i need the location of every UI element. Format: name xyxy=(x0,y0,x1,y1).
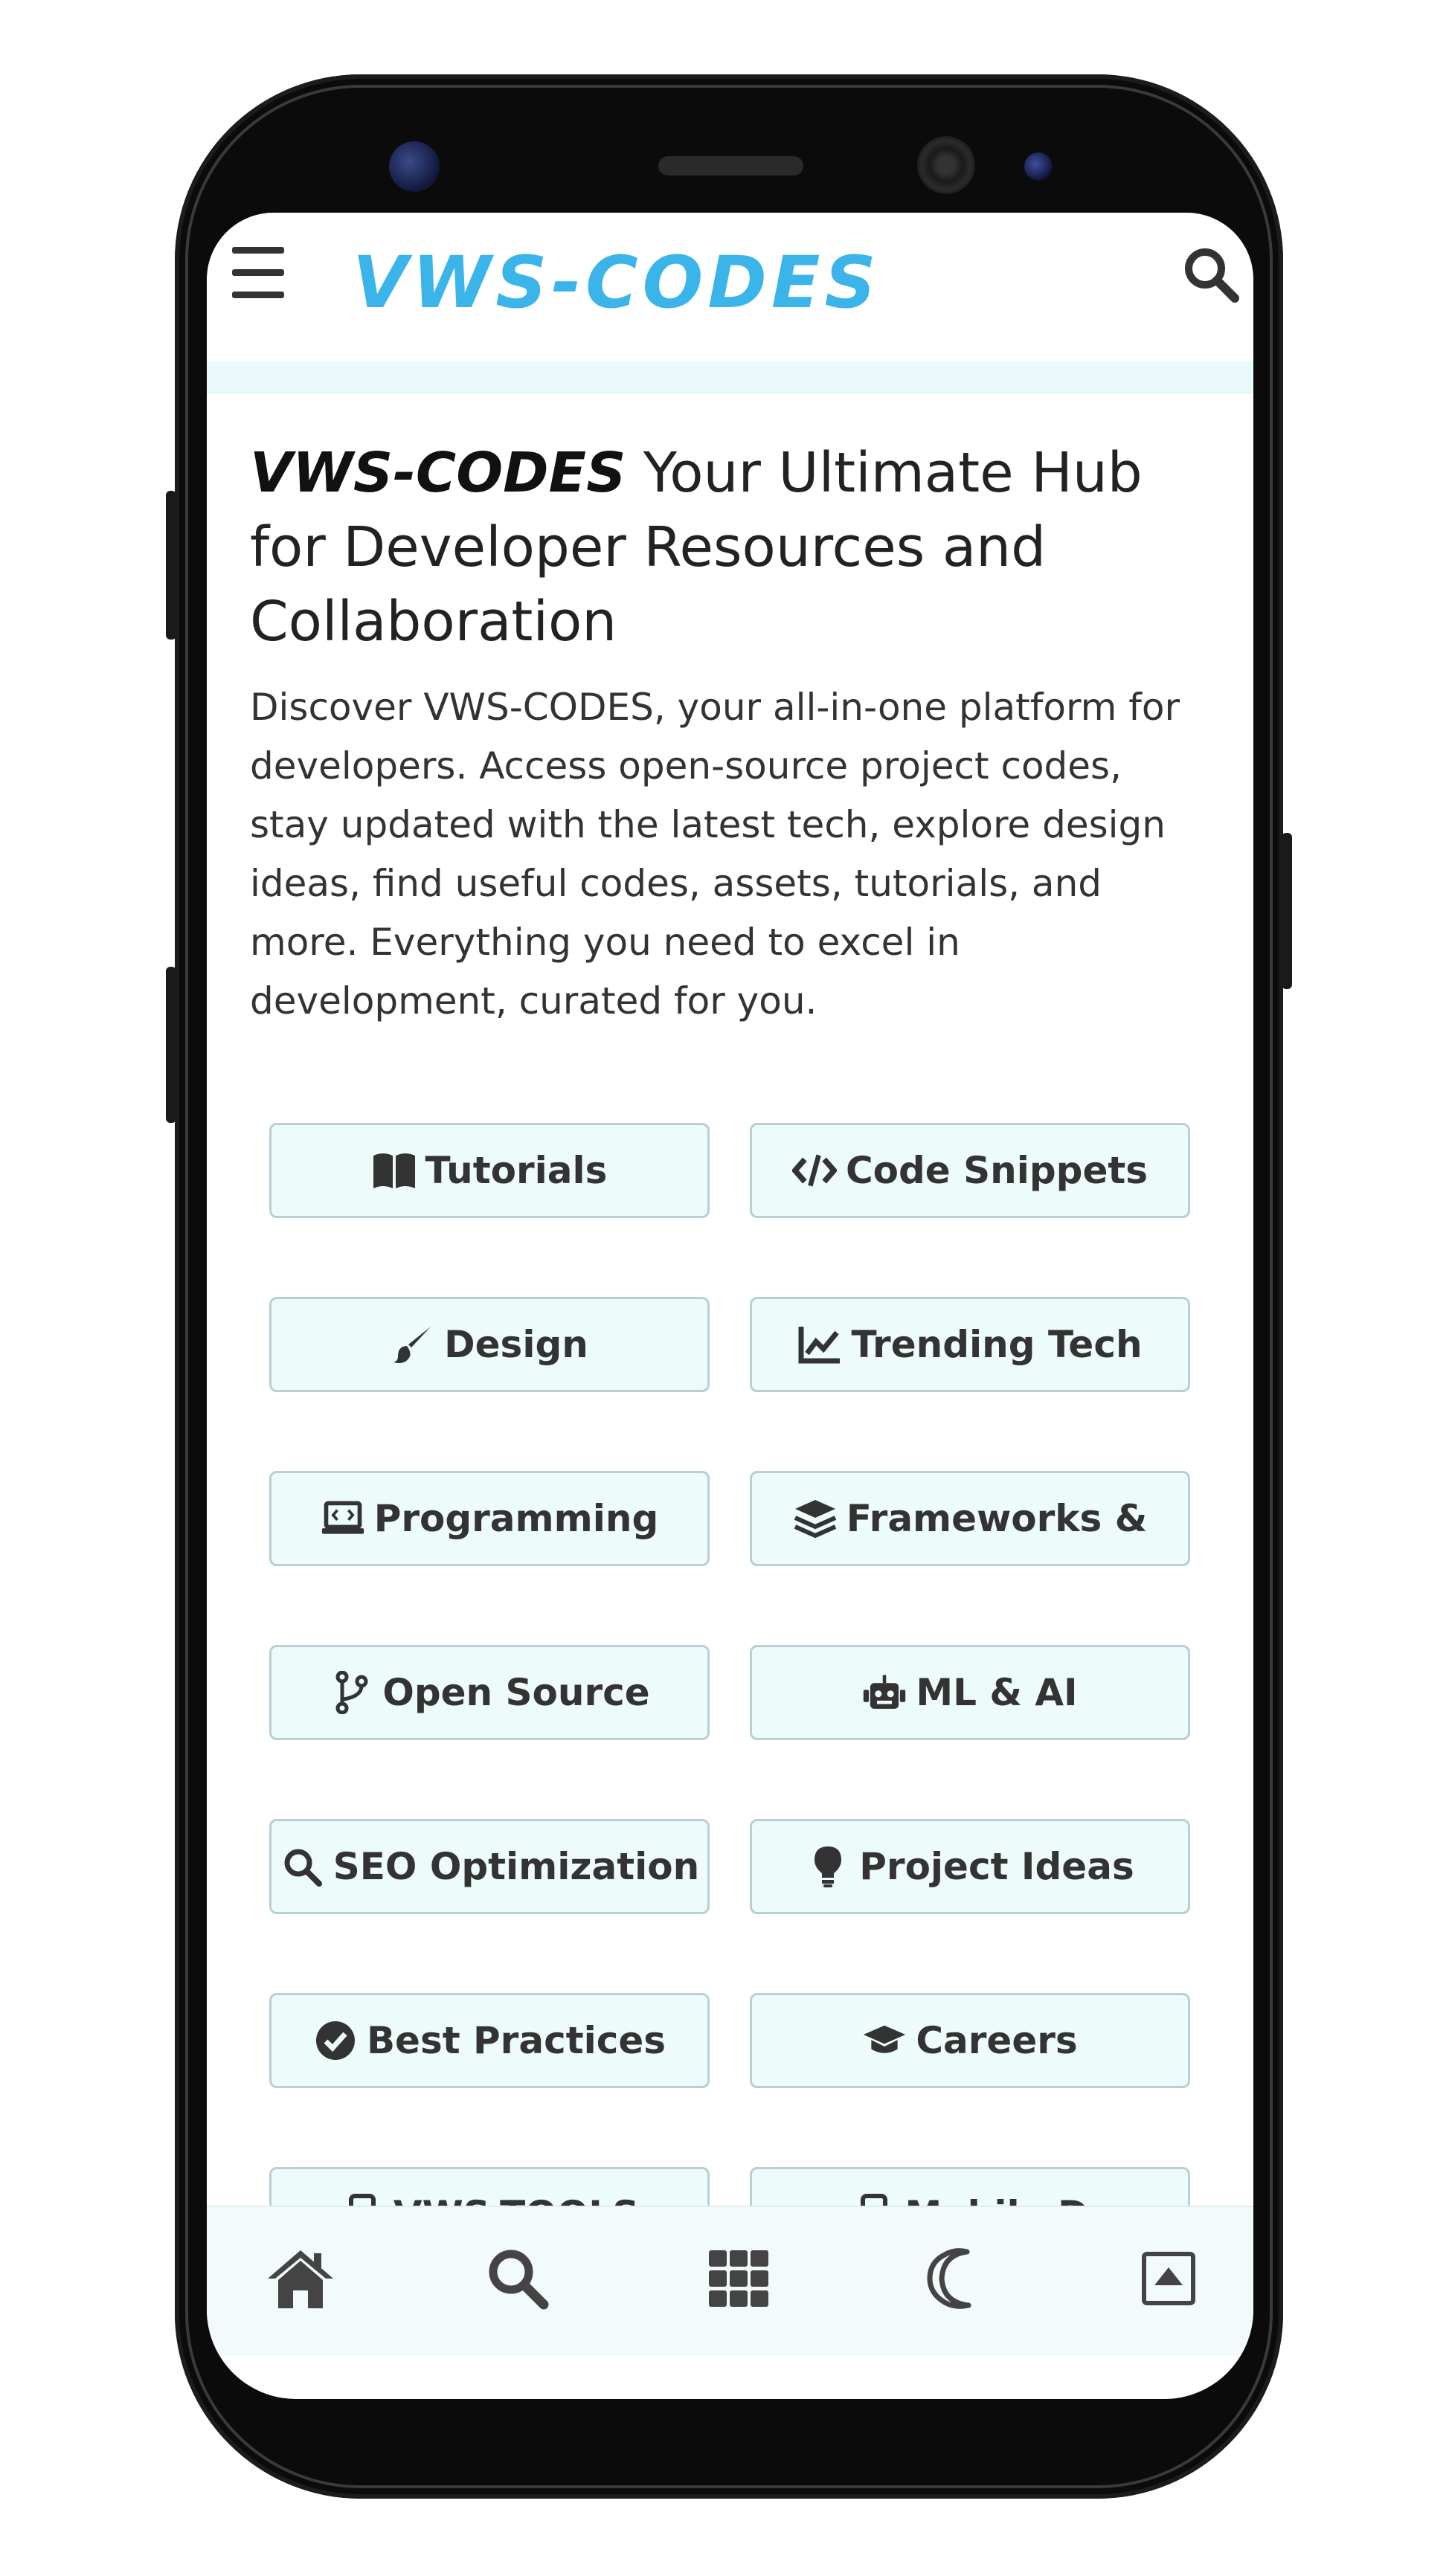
check-circle-icon xyxy=(313,2018,358,2063)
scroll-top-icon[interactable] xyxy=(1131,2241,1206,2316)
power-button xyxy=(1282,833,1292,989)
search-icon xyxy=(280,1844,324,1889)
code-branch-icon xyxy=(329,1670,373,1715)
category-project-ideas-button[interactable]: Project Ideas xyxy=(750,1819,1190,1914)
category-label: Open Source xyxy=(382,1671,650,1714)
layer-group-icon xyxy=(793,1496,838,1541)
category-code-snippets-button[interactable]: Code Snippets xyxy=(750,1123,1190,1218)
category-label: SEO Optimization xyxy=(332,1845,700,1888)
bottom-navigation xyxy=(207,2206,1253,2356)
app-header: VWS-CODES xyxy=(207,213,1253,361)
category-label: Project Ideas xyxy=(859,1845,1134,1888)
category-trending-tech-button[interactable]: Trending Tech xyxy=(750,1297,1190,1392)
paint-brush-icon xyxy=(391,1322,435,1367)
category-label: Best Practices xyxy=(366,2019,666,2062)
earpiece-speaker xyxy=(658,156,803,176)
proximity-sensor xyxy=(1024,152,1053,181)
home-icon[interactable] xyxy=(263,2241,338,2316)
category-label: ML & AI xyxy=(916,1671,1078,1714)
hero-brand: VWS-CODES xyxy=(250,441,626,505)
grid-icon[interactable] xyxy=(701,2241,776,2316)
category-label: Trending Tech xyxy=(851,1323,1143,1366)
header-divider xyxy=(207,361,1253,394)
category-frameworks-button[interactable]: Frameworks & xyxy=(750,1471,1190,1566)
volume-button xyxy=(166,491,176,640)
moon-icon[interactable] xyxy=(919,2241,994,2316)
bixby-button xyxy=(166,967,176,1123)
lightbulb-icon xyxy=(806,1844,850,1889)
category-best-practices-button[interactable]: Best Practices xyxy=(269,1993,710,2088)
category-design-button[interactable]: Design xyxy=(269,1297,710,1392)
hero-section: VWS-CODES Your Ultimate Hub for Develope… xyxy=(250,436,1209,1031)
graduation-cap-icon xyxy=(862,2018,907,2063)
hero-description: Discover VWS-CODES, your all-in-one plat… xyxy=(250,686,1180,1023)
category-programming-button[interactable]: Programming xyxy=(269,1471,710,1566)
robot-icon xyxy=(862,1670,907,1715)
category-tutorials-button[interactable]: Tutorials xyxy=(269,1123,710,1218)
book-open-icon xyxy=(372,1148,417,1193)
laptop-code-icon xyxy=(321,1496,365,1541)
hamburger-menu-icon[interactable] xyxy=(232,247,284,299)
front-sensor xyxy=(389,141,440,192)
code-icon xyxy=(791,1148,837,1193)
hero-title: VWS-CODES Your Ultimate Hub for Develope… xyxy=(250,436,1209,659)
category-label: Code Snippets xyxy=(845,1149,1148,1192)
search-icon[interactable] xyxy=(1181,245,1241,304)
front-camera xyxy=(917,136,975,194)
category-label: Careers xyxy=(916,2019,1078,2062)
chart-line-icon xyxy=(797,1322,842,1367)
category-label: Frameworks & xyxy=(846,1497,1148,1540)
category-seo-button[interactable]: SEO Optimization xyxy=(269,1819,710,1914)
search-icon[interactable] xyxy=(481,2241,555,2316)
category-label: Design xyxy=(444,1323,588,1366)
phone-screen: VWS-CODES VWS-CODES Your Ultimate Hub fo… xyxy=(207,213,1253,2399)
category-label: Tutorials xyxy=(425,1149,608,1192)
category-ml-ai-button[interactable]: ML & AI xyxy=(750,1645,1190,1740)
site-logo[interactable]: VWS-CODES xyxy=(353,241,881,324)
category-label: Programming xyxy=(373,1497,659,1540)
category-open-source-button[interactable]: Open Source xyxy=(269,1645,710,1740)
category-careers-button[interactable]: Careers xyxy=(750,1993,1190,2088)
